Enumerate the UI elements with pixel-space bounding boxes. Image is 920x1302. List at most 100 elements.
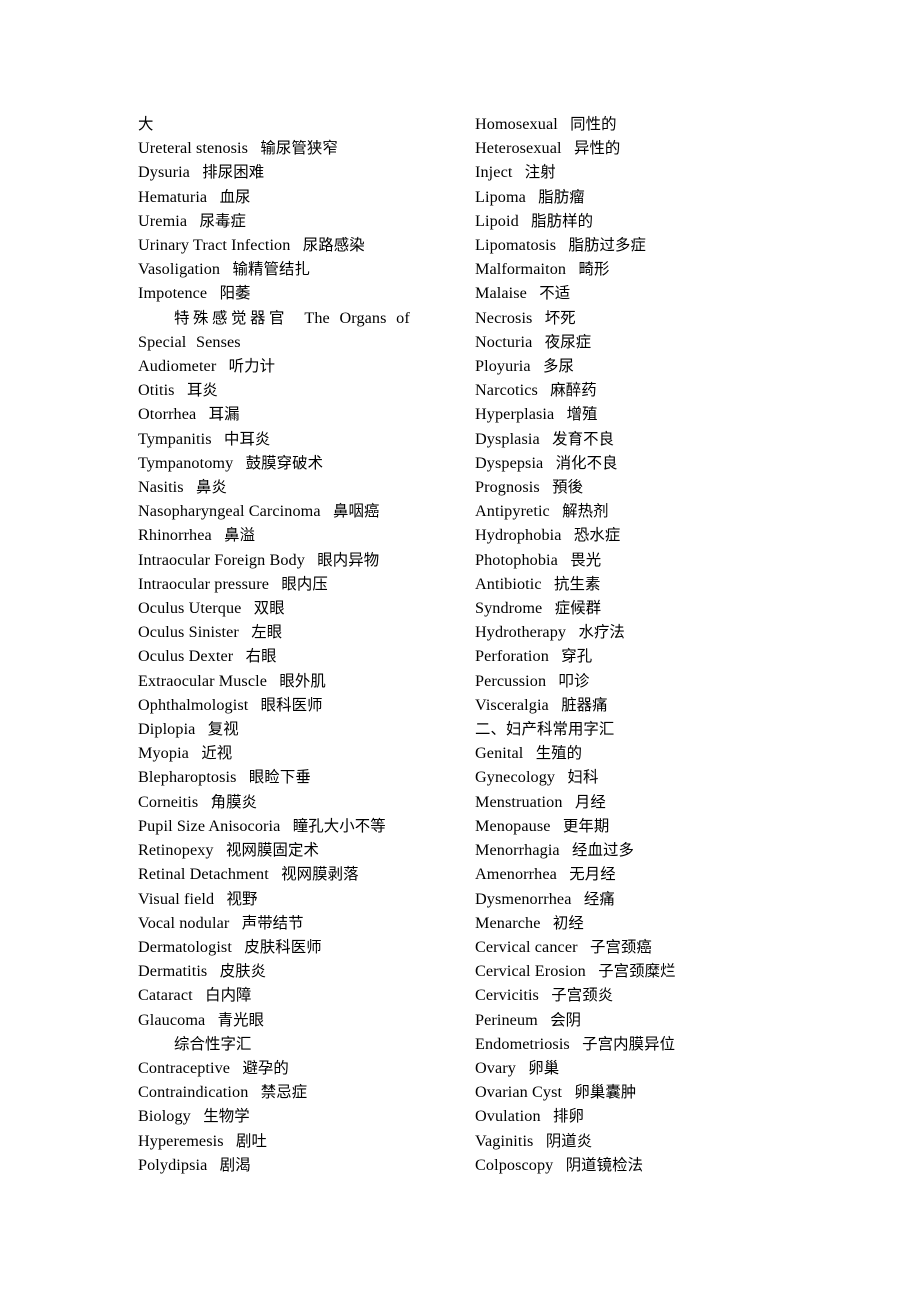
entry-chinese: 阴道炎 <box>545 1131 593 1150</box>
entry-english: Dysplasia <box>475 429 540 448</box>
entry-chinese: 增殖 <box>566 405 598 424</box>
entry-english: Dysmenorrhea <box>475 889 572 908</box>
entry-english: Nasopharyngeal Carcinoma <box>138 502 321 521</box>
vocabulary-entry: Menarche 初经 <box>475 911 775 935</box>
vocabulary-entry: Diplopia 复视 <box>138 717 438 741</box>
vocabulary-entry: Intraocular Foreign Body 眼内异物 <box>138 548 438 572</box>
entry-chinese: 眼外肌 <box>279 671 326 690</box>
vocabulary-entry: Nocturia 夜尿症 <box>475 330 775 354</box>
entry-chinese: 左眼 <box>251 623 283 642</box>
entry-chinese: 皮肤炎 <box>219 962 267 981</box>
vocabulary-entry: Nasopharyngeal Carcinoma 鼻咽癌 <box>138 499 438 523</box>
entry-chinese: 脂肪瘤 <box>538 187 585 206</box>
entry-chinese: 避孕的 <box>242 1058 289 1077</box>
entry-chinese: 鼻溢 <box>224 526 256 545</box>
vocabulary-entry: Ovulation 排卵 <box>475 1104 775 1128</box>
entry-chinese: 尿毒症 <box>199 211 246 230</box>
entry-chinese: 子宫颈炎 <box>551 986 614 1005</box>
vocabulary-entry: Vaginitis 阴道炎 <box>475 1129 775 1153</box>
entry-english: Dyspepsia <box>475 453 544 472</box>
entry-chinese: 月经 <box>574 792 606 811</box>
vocabulary-entry: Intraocular pressure 眼内压 <box>138 572 438 596</box>
entry-chinese: 中耳炎 <box>223 429 271 448</box>
entry-english: Pupil Size Anisocoria <box>138 816 281 835</box>
entry-chinese: 鼻炎 <box>196 478 227 497</box>
vocabulary-entry: Ureteral stenosis 输尿管狭窄 <box>138 136 438 160</box>
entry-chinese: 声带结节 <box>241 913 304 932</box>
entry-english: Oculus Dexter <box>138 647 234 666</box>
vocabulary-entry: Endometriosis 子宫内膜异位 <box>475 1032 775 1056</box>
entry-english: Homosexual <box>475 115 558 133</box>
vocabulary-entry: Dysplasia 发育不良 <box>475 427 775 451</box>
entry-chinese: 卵巢囊肿 <box>574 1083 637 1102</box>
entry-chinese: 子宫颈糜烂 <box>598 962 676 981</box>
entry-chinese: 视网膜剥落 <box>281 865 359 884</box>
entry-chinese: 禁忌症 <box>260 1083 308 1102</box>
entry-english: Malaise <box>475 284 527 303</box>
entry-english: Urinary Tract Infection <box>138 236 291 255</box>
entry-english: Oculus Uterque <box>138 599 242 618</box>
vocabulary-entry: Nasitis 鼻炎 <box>138 475 438 499</box>
entry-english: Necrosis <box>475 308 533 327</box>
entry-english: Corneitis <box>138 792 199 811</box>
entry-chinese: 眼睑下垂 <box>248 768 311 787</box>
entry-english: Retinopexy <box>138 841 214 860</box>
vocabulary-entry: Glaucoma 青光眼 <box>138 1008 438 1032</box>
vocabulary-entry: Impotence 阳萎 <box>138 281 438 305</box>
vocabulary-entry: Ployuria 多尿 <box>475 354 775 378</box>
section-heading: 综合性字汇 <box>138 1032 438 1056</box>
vocabulary-entry: Rhinorrhea 鼻溢 <box>138 523 438 547</box>
vocabulary-entry: Antibiotic 抗生素 <box>475 572 775 596</box>
entry-english: Menorrhagia <box>475 841 560 860</box>
vocabulary-entry: Ovarian Cyst 卵巢囊肿 <box>475 1080 775 1104</box>
vocabulary-entry: Oculus Uterque 双眼 <box>138 596 438 620</box>
entry-english: Dermatitis <box>138 962 208 981</box>
entry-chinese: 生物学 <box>203 1107 250 1126</box>
vocabulary-entry: Visual field 视野 <box>138 887 438 911</box>
vocabulary-entry: Ovary 卵巢 <box>475 1056 775 1080</box>
vocabulary-entry: Uremia 尿毒症 <box>138 209 438 233</box>
vocabulary-entry: Amenorrhea 无月经 <box>475 862 775 886</box>
entry-chinese: 血尿 <box>219 187 251 206</box>
entry-english: Amenorrhea <box>475 865 557 884</box>
entry-english: Hydrophobia <box>475 526 562 545</box>
vocabulary-entry: Antipyretic 解热剂 <box>475 499 775 523</box>
entry-english: Dermatologist <box>138 937 232 956</box>
entry-english: Perineum <box>475 1010 538 1029</box>
entry-english: Ophthalmologist <box>138 695 249 714</box>
entry-english: Vaginitis <box>475 1131 534 1150</box>
vocabulary-entry: Percussion 叩诊 <box>475 669 775 693</box>
entry-english: Menopause <box>475 816 551 835</box>
entry-chinese: 生殖的 <box>535 744 583 763</box>
vocabulary-entry: Dysmenorrhea 经痛 <box>475 887 775 911</box>
entry-english: Malformaiton <box>475 260 567 279</box>
entry-english: Ovarian Cyst <box>475 1083 563 1102</box>
vocabulary-entry: Gynecology 妇科 <box>475 765 775 789</box>
entry-chinese: 穿孔 <box>561 647 593 666</box>
entry-chinese: 皮肤科医师 <box>244 937 322 956</box>
entry-chinese: 视野 <box>226 889 258 908</box>
vocabulary-entry: Narcotics 麻醉药 <box>475 378 775 402</box>
vocabulary-entry: Hematuria 血尿 <box>138 185 438 209</box>
vocabulary-entry: Corneitis 角膜炎 <box>138 790 438 814</box>
entry-chinese: 经血过多 <box>572 841 635 860</box>
entry-english: Colposcopy <box>475 1155 554 1174</box>
entry-english: Visual field <box>138 889 215 908</box>
entry-english: Contraceptive <box>138 1058 231 1077</box>
entry-chinese: 近视 <box>201 744 233 763</box>
entry-english: Antibiotic <box>475 574 542 593</box>
entry-chinese: 尿路感染 <box>302 236 365 255</box>
vocabulary-entry: Necrosis 坏死 <box>475 306 775 330</box>
entry-chinese: 听力计 <box>228 357 276 376</box>
entry-chinese: 注射 <box>524 163 556 182</box>
document-page: 大 Ureteral stenosis 输尿管狭窄 Dysuria 排尿困难 Hema… <box>0 0 920 1302</box>
vocabulary-entry: Contraceptive 避孕的 <box>138 1056 438 1080</box>
vocabulary-entry: Heterosexual 异性的 <box>475 136 775 160</box>
entry-english: Otitis <box>138 381 175 400</box>
vocabulary-entry: Cataract 白内障 <box>138 983 438 1007</box>
entry-english: Hyperplasia <box>475 405 555 424</box>
two-column-body: 大 Ureteral stenosis 输尿管狭窄 Dysuria 排尿困难 Hema… <box>138 112 798 1177</box>
entry-chinese: 输精管结扎 <box>232 260 310 279</box>
entry-english: Dysuria <box>138 163 190 182</box>
vocabulary-entry: Biology 生物学 <box>138 1104 438 1128</box>
